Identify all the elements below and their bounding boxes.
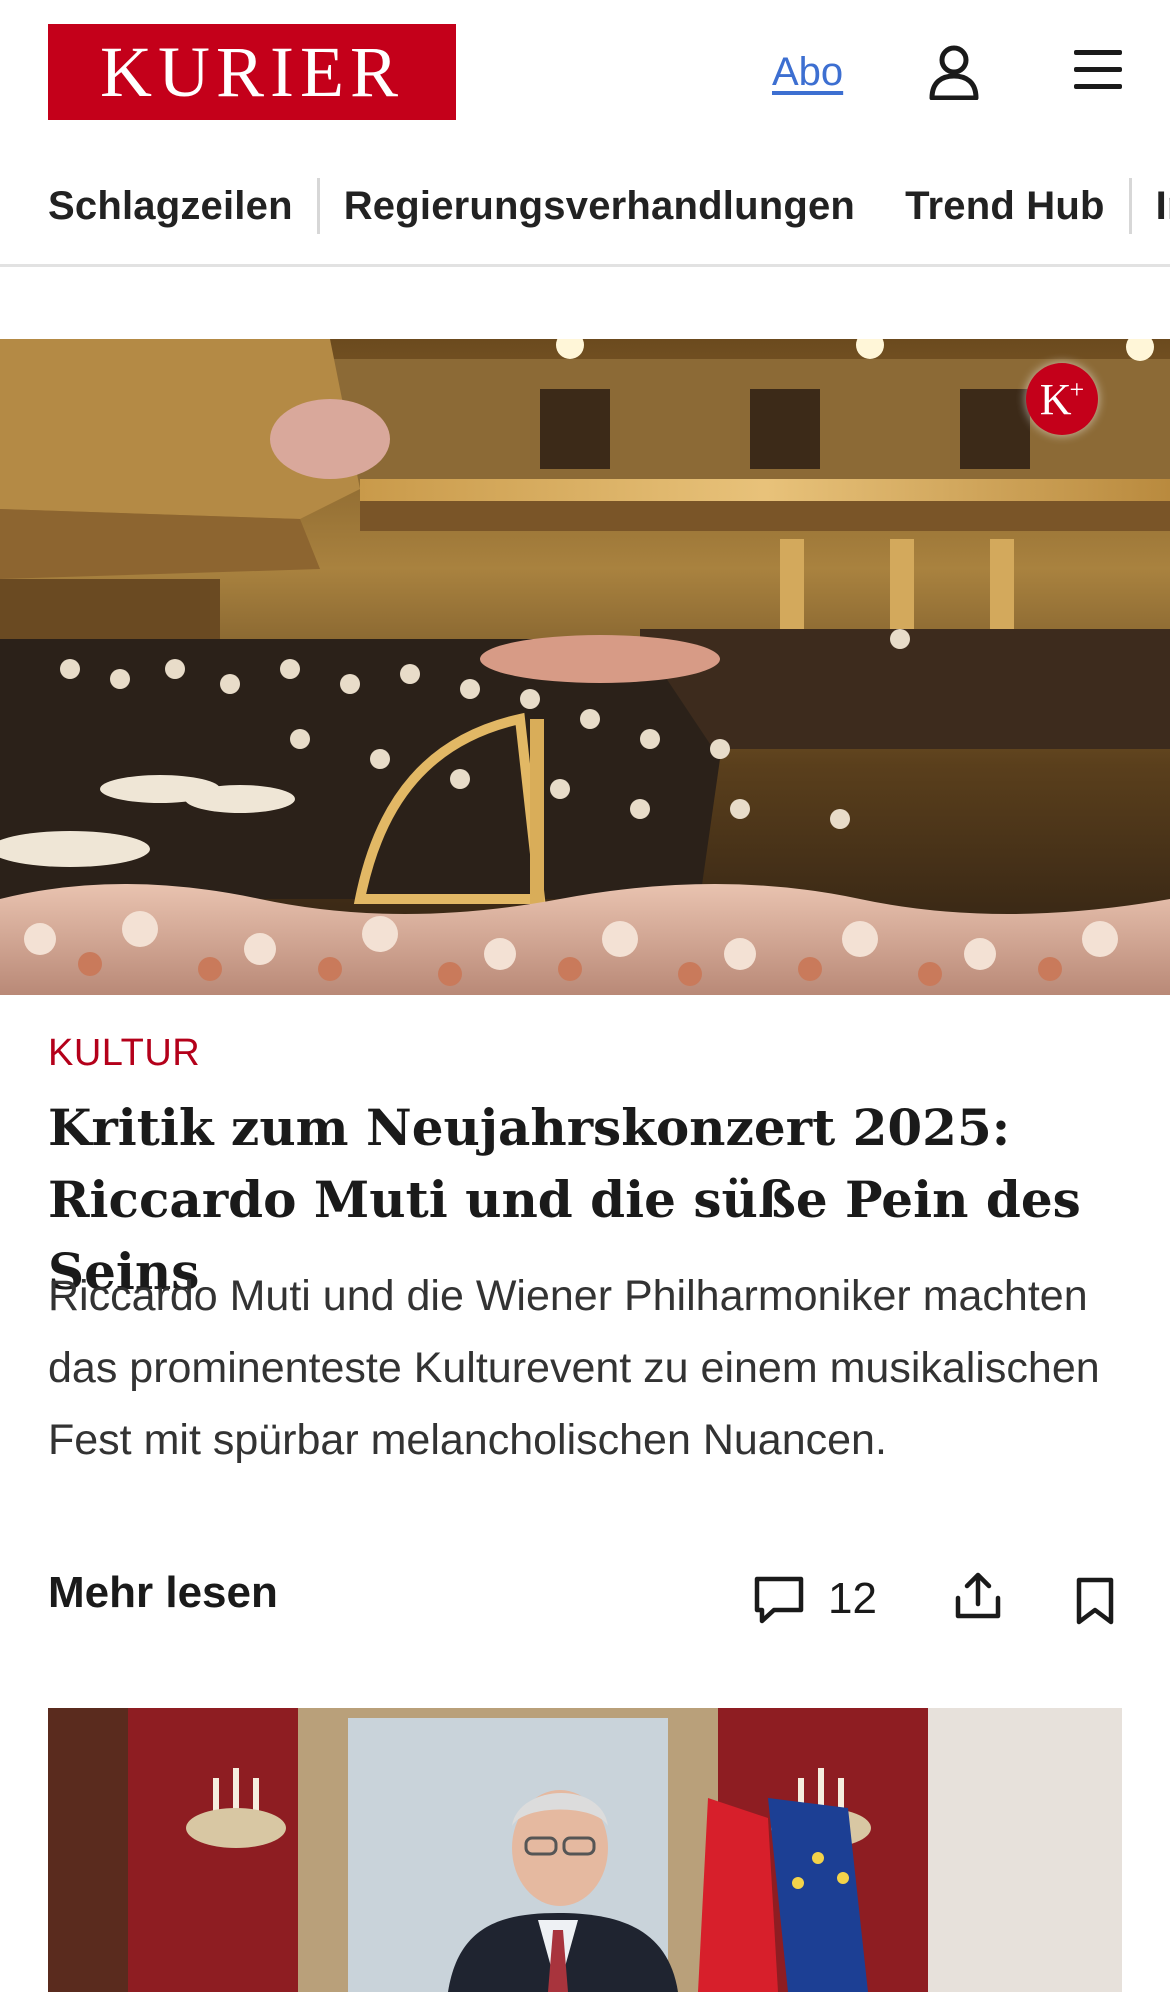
site-header: KURIER Abo	[0, 0, 1170, 150]
nav-divider	[1128, 178, 1132, 234]
second-article-image[interactable]	[48, 1708, 1122, 1992]
bookmark-icon[interactable]	[1074, 1576, 1116, 1626]
hamburger-menu-icon[interactable]	[1072, 46, 1124, 94]
nav-divider	[316, 178, 320, 234]
article-teaser: Riccardo Muti und die Wiener Philharmoni…	[48, 1272, 1100, 1464]
kurier-logo[interactable]: KURIER	[48, 24, 456, 120]
premium-badge: K +	[1026, 363, 1098, 435]
user-icon[interactable]	[928, 44, 980, 100]
nav-item-partial[interactable]: In	[1156, 184, 1170, 229]
nav-item-schlagzeilen[interactable]: Schlagzeilen	[48, 184, 293, 229]
article-category[interactable]: KULTUR	[48, 1032, 200, 1075]
abo-link[interactable]: Abo	[772, 50, 843, 95]
nav-item-trend-hub[interactable]: Trend Hub	[905, 184, 1105, 229]
article-hero-image[interactable]: K +	[0, 339, 1170, 995]
read-more-link[interactable]: Mehr lesen	[48, 1568, 278, 1618]
topic-navigation: Schlagzeilen Regierungsverhandlungen Tre…	[0, 168, 1170, 267]
concert-hall-illustration	[0, 339, 1170, 995]
portrait-illustration	[48, 1708, 1122, 1992]
nav-item-regierungsverhandlungen[interactable]: Regierungsverhandlungen	[344, 184, 855, 229]
comment-count[interactable]: 12	[828, 1574, 877, 1624]
comment-icon[interactable]	[752, 1574, 806, 1626]
share-icon[interactable]	[952, 1570, 1004, 1622]
